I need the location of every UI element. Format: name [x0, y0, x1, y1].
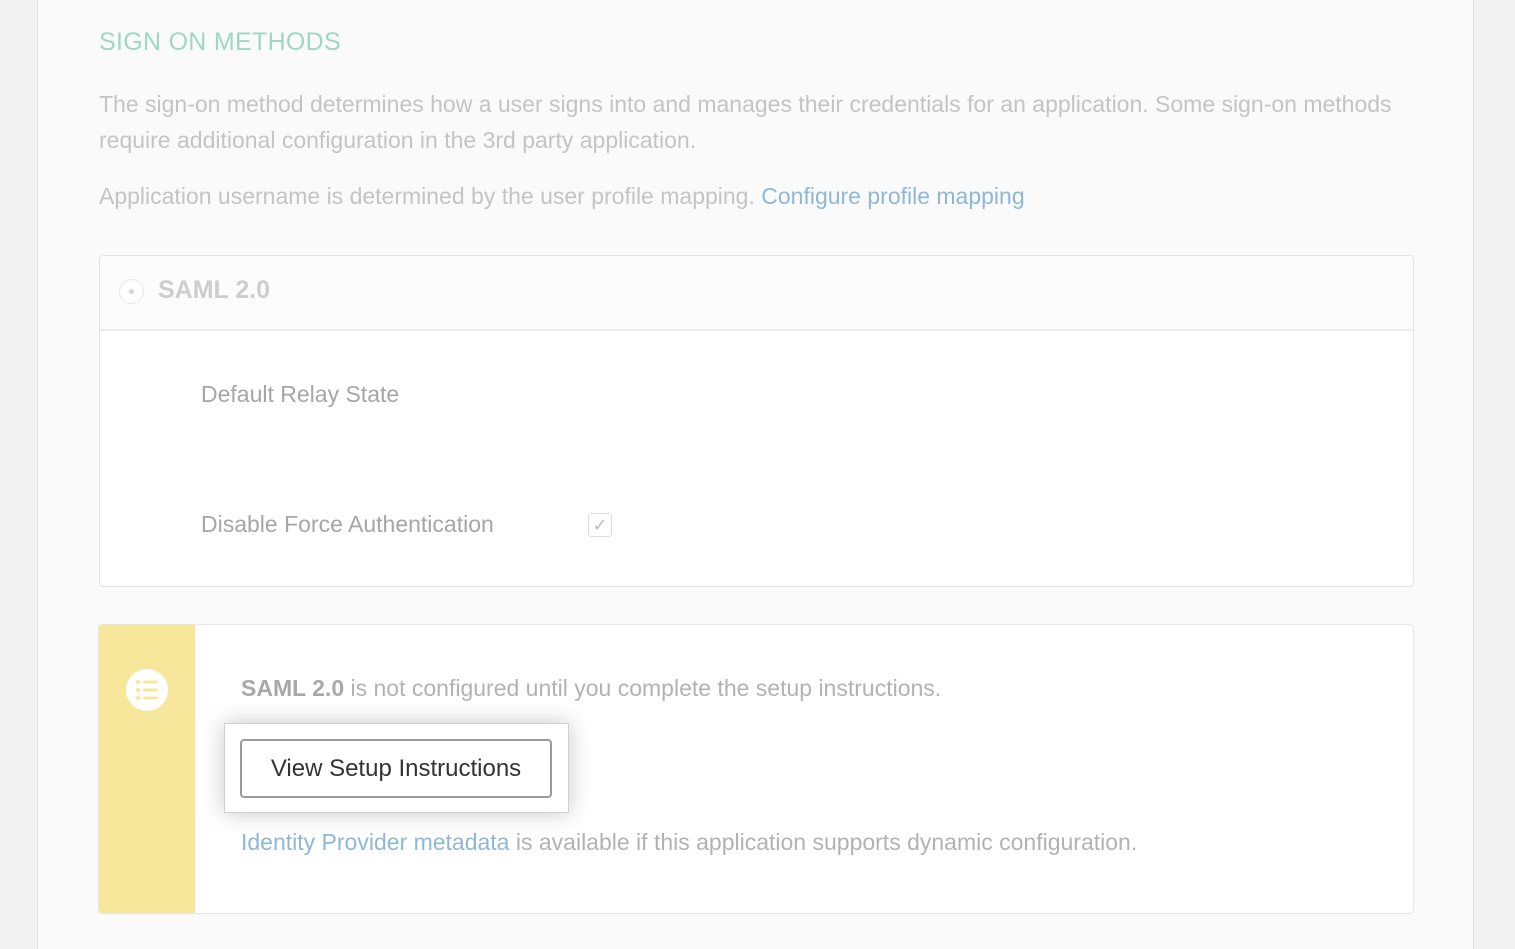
identity-provider-metadata-link[interactable]: Identity Provider metadata [241, 829, 509, 855]
not-configured-message: SAML 2.0 is not configured until you com… [241, 675, 941, 702]
saml-radio-button[interactable] [119, 279, 144, 304]
username-mapping-text: Application username is determined by th… [99, 178, 1025, 214]
default-relay-state-label: Default Relay State [201, 381, 400, 407]
notice-method-name: SAML 2.0 [241, 675, 345, 701]
section-description: The sign-on method determines how a user… [99, 91, 1392, 153]
list-icon [126, 669, 168, 711]
configure-profile-mapping-link[interactable]: Configure profile mapping [761, 183, 1024, 209]
setup-button-highlight: View Setup Instructions [224, 723, 569, 813]
notice-message: is not configured until you complete the… [344, 675, 942, 701]
saml-method-card: SAML 2.0 Default Relay State Disable For… [99, 255, 1414, 587]
disable-force-auth-label: Disable Force Authentication [201, 511, 494, 537]
username-mapping-label: Application username is determined by th… [99, 183, 755, 209]
checkmark-icon: ✓ [592, 515, 608, 535]
method-label: SAML 2.0 [158, 276, 271, 304]
section-title: SIGN ON METHODS [99, 28, 342, 56]
metadata-text: is available if this application support… [509, 829, 1138, 855]
method-header: SAML 2.0 [100, 256, 1413, 331]
notice-stripe [99, 625, 195, 913]
metadata-availability-text: Identity Provider metadata is available … [241, 829, 1137, 856]
disable-force-auth-checkbox[interactable]: ✓ [588, 513, 612, 537]
view-setup-instructions-button[interactable]: View Setup Instructions [240, 739, 552, 798]
